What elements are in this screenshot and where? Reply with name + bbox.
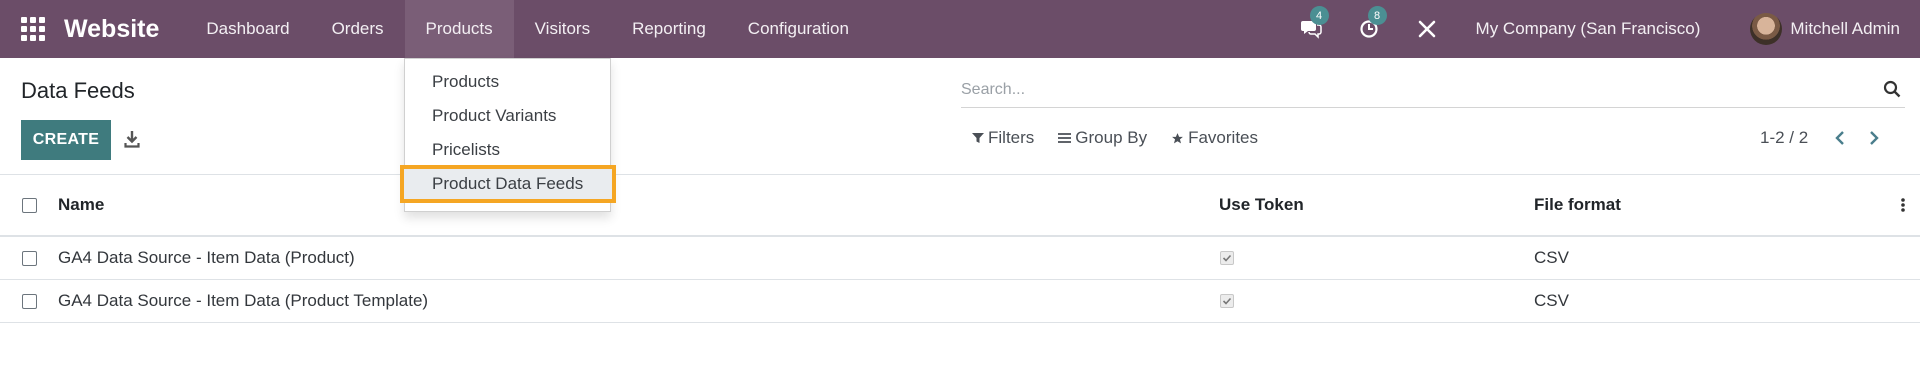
- app-brand[interactable]: Website: [64, 15, 159, 44]
- select-all-checkbox[interactable]: [22, 197, 37, 213]
- dropdown-item-products[interactable]: Products: [405, 65, 610, 99]
- checkmark-icon: [1222, 297, 1232, 305]
- pager-next-button[interactable]: [1864, 128, 1884, 148]
- search-icon[interactable]: [1883, 80, 1901, 103]
- page-title: Data Feeds: [21, 78, 135, 103]
- create-button[interactable]: CREATE: [21, 120, 111, 160]
- search-input[interactable]: [961, 80, 1861, 99]
- group-by-button[interactable]: Group By: [1058, 128, 1147, 148]
- row-checkbox[interactable]: [22, 293, 37, 309]
- column-header-file-format[interactable]: File format: [1534, 175, 1621, 235]
- star-icon: [1172, 132, 1184, 143]
- pager: 1-2 / 2: [1760, 128, 1898, 148]
- row-file-format: CSV: [1534, 248, 1569, 267]
- main-menu: Dashboard Orders Products Visitors Repor…: [185, 0, 870, 58]
- menu-item-reporting[interactable]: Reporting: [611, 0, 727, 58]
- menu-item-visitors[interactable]: Visitors: [514, 0, 611, 58]
- row-file-format: CSV: [1534, 291, 1569, 310]
- favorites-label: Favorites: [1188, 128, 1259, 147]
- menu-item-configuration[interactable]: Configuration: [727, 0, 870, 58]
- user-menu[interactable]: Mitchell Admin: [1750, 13, 1900, 45]
- chevron-right-icon: [1870, 131, 1879, 145]
- favorites-button[interactable]: Favorites: [1171, 128, 1258, 148]
- pager-previous-button[interactable]: [1830, 128, 1850, 148]
- checkmark-icon: [1222, 254, 1232, 262]
- company-switcher[interactable]: My Company (San Francisco): [1476, 19, 1701, 39]
- tools-icon: [1418, 20, 1435, 38]
- table-header: Name Use Token File format: [0, 175, 1920, 237]
- table-row[interactable]: GA4 Data Source - Item Data (Product Tem…: [0, 280, 1920, 323]
- avatar: [1750, 13, 1783, 45]
- list-icon: [1058, 133, 1072, 143]
- navbar-systray: 4 8 My Company (San Francisco) Mitchell …: [1282, 0, 1920, 58]
- debug-tools-button[interactable]: [1414, 16, 1440, 42]
- dropdown-item-pricelists[interactable]: Pricelists: [405, 133, 610, 167]
- column-header-name[interactable]: Name: [58, 175, 104, 235]
- dropdown-item-product-variants[interactable]: Product Variants: [405, 99, 610, 133]
- download-icon: [124, 131, 140, 148]
- row-checkbox[interactable]: [22, 250, 37, 266]
- menu-item-dashboard[interactable]: Dashboard: [185, 0, 310, 58]
- top-navbar: Website Dashboard Orders Products Visito…: [0, 0, 1920, 58]
- chevron-left-icon: [1835, 131, 1845, 145]
- dropdown-item-product-data-feeds[interactable]: Product Data Feeds: [400, 165, 616, 203]
- user-name: Mitchell Admin: [1790, 19, 1900, 38]
- kebab-menu-icon: [1901, 198, 1905, 212]
- download-button[interactable]: [120, 126, 144, 152]
- funnel-icon: [972, 133, 984, 143]
- search-options: Filters Group By Favorites: [972, 128, 1282, 148]
- messages-count-badge: 4: [1309, 6, 1329, 25]
- use-token-checkbox: [1220, 294, 1234, 308]
- products-dropdown-menu: Products Product Variants Pricelists Pro…: [400, 58, 616, 212]
- group-by-label: Group By: [1075, 128, 1148, 147]
- apps-menu-icon[interactable]: [20, 16, 46, 42]
- filters-label: Filters: [988, 128, 1035, 147]
- use-token-checkbox: [1220, 251, 1234, 265]
- messages-button[interactable]: 4: [1298, 6, 1329, 42]
- menu-item-products[interactable]: Products: [404, 0, 514, 58]
- row-name: GA4 Data Source - Item Data (Product): [58, 248, 355, 267]
- pager-value[interactable]: 1-2 / 2: [1760, 128, 1808, 148]
- activities-count-badge: 8: [1367, 6, 1387, 25]
- menu-item-orders[interactable]: Orders: [311, 0, 405, 58]
- column-header-use-token[interactable]: Use Token: [1219, 175, 1304, 235]
- row-name: GA4 Data Source - Item Data (Product Tem…: [58, 291, 429, 310]
- table-row[interactable]: GA4 Data Source - Item Data (Product) CS…: [0, 237, 1920, 280]
- activities-button[interactable]: 8: [1356, 6, 1387, 42]
- filters-button[interactable]: Filters: [972, 128, 1034, 148]
- optional-columns-button[interactable]: [1900, 175, 1906, 235]
- search-bar: [961, 72, 1905, 108]
